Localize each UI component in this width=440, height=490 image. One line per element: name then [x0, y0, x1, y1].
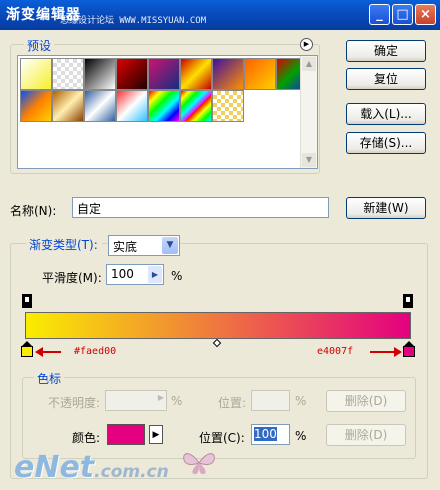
location-input-top[interactable]	[251, 390, 290, 411]
smoothness-label: 平滑度(M):	[42, 271, 102, 285]
preset-swatch[interactable]	[180, 90, 212, 122]
logo-main-text: eNet	[14, 450, 95, 485]
color-picker-arrow-icon[interactable]: ▶	[149, 425, 163, 444]
preset-swatch[interactable]	[180, 58, 212, 90]
enet-logo: eNet.com.cn	[14, 450, 169, 485]
opacity-unit: %	[171, 394, 183, 408]
start-color-annotation: #faed00	[74, 346, 117, 357]
opacity-label: 不透明度:	[48, 396, 101, 410]
annotation-arrow-right-icon	[394, 347, 402, 357]
location-label: 位置(C):	[199, 431, 245, 445]
load-button[interactable]: 载入(L)...	[346, 103, 426, 125]
stops-label: 色标	[34, 370, 65, 387]
preset-swatch[interactable]	[52, 90, 84, 122]
location-input[interactable]: 100	[251, 424, 290, 445]
color-stop-right[interactable]	[403, 346, 415, 357]
minimize-button[interactable]: _	[369, 4, 390, 25]
name-input[interactable]: 自定	[72, 197, 329, 218]
smoothness-arrow-icon[interactable]: ▶	[148, 266, 162, 283]
preset-swatch[interactable]	[116, 58, 148, 90]
color-stop-left[interactable]	[21, 346, 33, 357]
gradient-type-value: 实底	[113, 240, 138, 254]
name-label: 名称(N):	[10, 204, 57, 218]
preset-swatch[interactable]	[244, 58, 276, 90]
delete-button-top[interactable]: 删除(D)	[326, 390, 406, 412]
presets-label: 预设	[24, 37, 55, 54]
preset-swatch[interactable]	[84, 90, 116, 122]
location-value: 100	[254, 427, 277, 441]
close-button[interactable]: ×	[415, 4, 436, 25]
preset-swatch[interactable]	[148, 90, 180, 122]
end-color-annotation: e4007f	[317, 346, 354, 357]
opacity-input[interactable]: ▶	[105, 390, 167, 411]
preset-swatch[interactable]	[20, 58, 52, 90]
color-label: 颜色:	[72, 431, 101, 445]
opacity-stop-left[interactable]	[22, 294, 32, 308]
butterfly-logo-icon	[180, 448, 218, 478]
preset-swatch[interactable]	[52, 58, 84, 90]
presets-menu-icon[interactable]: ▶	[300, 38, 313, 51]
smoothness-unit: %	[171, 269, 183, 283]
smoothness-input[interactable]: 100 ▶	[106, 264, 164, 285]
preset-scrollbar[interactable]: ▲ ▼	[300, 56, 317, 168]
ok-button[interactable]: 确定	[346, 40, 426, 62]
scroll-up-icon[interactable]: ▲	[302, 57, 316, 71]
chevron-down-icon[interactable]: ▼	[162, 237, 178, 254]
annotation-arrow-right-line	[370, 351, 394, 353]
location-label-top: 位置:	[218, 396, 247, 410]
gradient-type-select[interactable]: 实底 ▼	[108, 235, 180, 256]
preset-swatch[interactable]	[148, 58, 180, 90]
preset-list[interactable]: ▲ ▼	[17, 55, 318, 169]
preset-swatch[interactable]	[212, 90, 244, 122]
delete-button[interactable]: 删除(D)	[326, 424, 406, 446]
reset-button[interactable]: 复位	[346, 68, 426, 90]
new-button[interactable]: 新建(W)	[346, 197, 426, 219]
location-unit: %	[295, 429, 307, 443]
annotation-arrow-left-icon	[35, 347, 43, 357]
preset-swatch[interactable]	[20, 90, 52, 122]
color-swatch[interactable]	[107, 424, 145, 445]
gradient-bar[interactable]	[25, 312, 411, 339]
logo-tld-text: .com.cn	[94, 462, 169, 482]
scroll-down-icon[interactable]: ▼	[302, 153, 316, 167]
opacity-arrow-icon: ▶	[157, 393, 164, 402]
gradient-type-label: 渐变类型(T):	[26, 236, 102, 253]
save-button[interactable]: 存储(S)...	[346, 132, 426, 154]
preset-swatch[interactable]	[116, 90, 148, 122]
watermark-text: 思缘设计论坛 WWW.MISSYUAN.COM	[60, 16, 207, 26]
preset-swatch[interactable]	[212, 58, 244, 90]
preset-swatch[interactable]	[84, 58, 116, 90]
location-unit-top: %	[295, 394, 307, 408]
maximize-button[interactable]: □	[392, 4, 413, 25]
opacity-stop-right[interactable]	[403, 294, 413, 308]
smoothness-value: 100	[111, 267, 134, 281]
